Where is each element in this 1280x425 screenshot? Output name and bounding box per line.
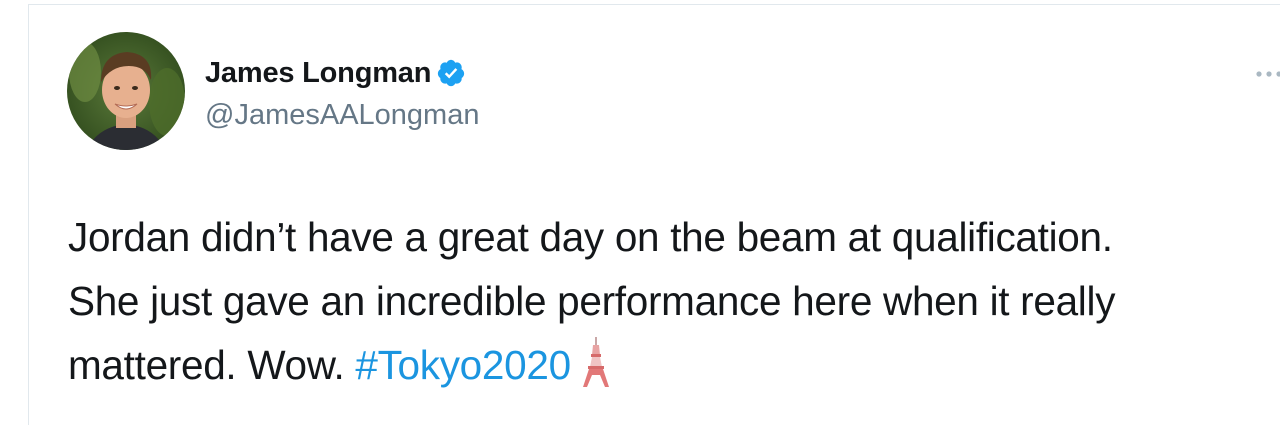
tweet-card[interactable]: James Longman @JamesAALongman Jordan did… <box>28 4 1280 425</box>
author-avatar[interactable] <box>67 32 185 150</box>
author-display-name[interactable]: James Longman <box>205 57 431 90</box>
tweet-text: Jordan didn’t have a great day on the be… <box>68 205 1258 397</box>
avatar-photo-icon <box>67 32 185 150</box>
tweet-text-line: Jordan didn’t have a great day on the be… <box>68 214 1113 260</box>
tweet-text-line: mattered. Wow. <box>68 342 345 388</box>
tweet-text-last-line: mattered. Wow. #Tokyo2020 <box>68 333 1258 397</box>
tokyo-tower-icon <box>581 337 611 387</box>
more-options-icon[interactable] <box>1255 67 1280 79</box>
tweet-text-line: She just gave an incredible performance … <box>68 278 1116 324</box>
verified-badge-icon <box>436 58 466 88</box>
author-name-row[interactable]: James Longman <box>205 56 466 90</box>
hashtag-link[interactable]: #Tokyo2020 <box>355 342 571 388</box>
author-handle[interactable]: @JamesAALongman <box>205 99 479 132</box>
